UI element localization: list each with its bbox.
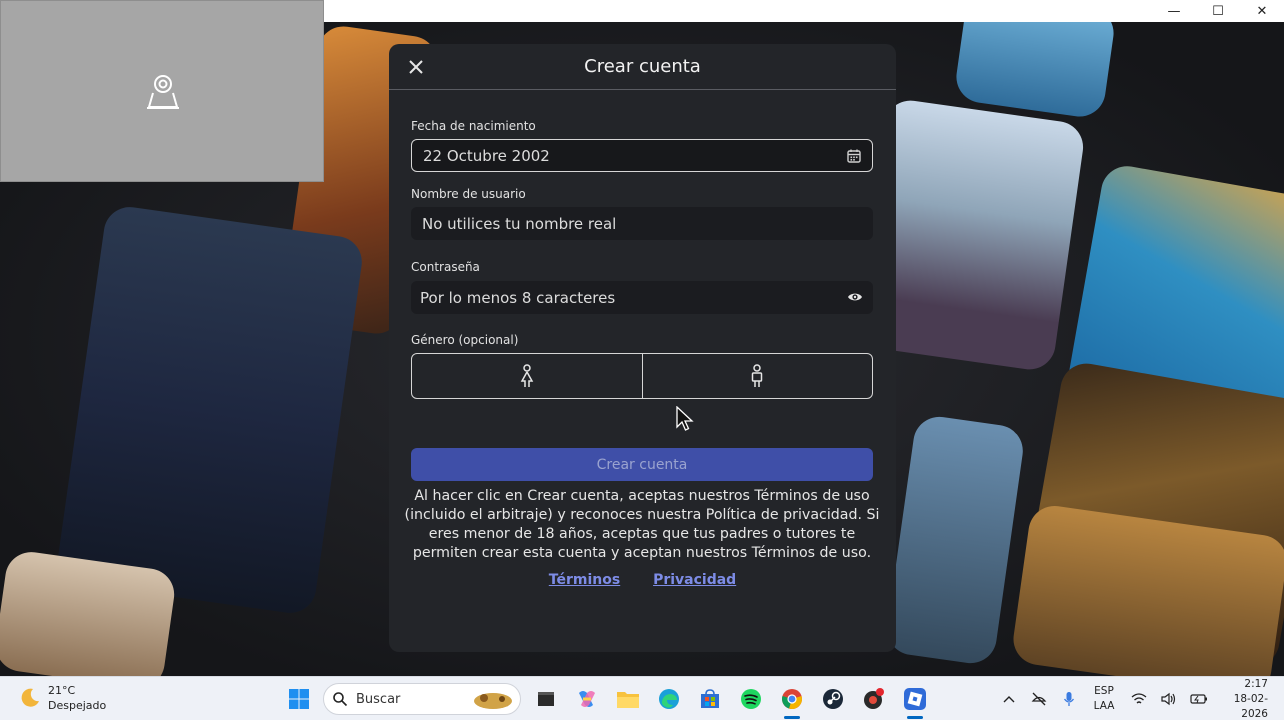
windows-start-icon[interactable]	[278, 677, 319, 720]
minimize-button[interactable]: —	[1152, 0, 1196, 22]
window-titlebar: — ☐ ✕	[324, 0, 1284, 22]
webcam-placeholder	[0, 0, 324, 182]
gender-male-option[interactable]	[641, 354, 873, 398]
weather-condition: Despejado	[48, 699, 107, 712]
windows-taskbar: 21°C Despejado Buscar ESP LAA 2:17 18-02…	[0, 676, 1284, 720]
clock[interactable]: 2:17 18-02-2026	[1214, 677, 1284, 720]
network-off-icon[interactable]	[1024, 677, 1054, 720]
weather-widget[interactable]: 21°C Despejado	[18, 683, 106, 713]
language-code: ESP	[1094, 685, 1114, 697]
password-placeholder: Por lo menos 8 caracteres	[420, 288, 616, 307]
game-thumbnail	[883, 413, 1027, 667]
username-placeholder: No utilices tu nombre real	[422, 214, 617, 233]
terms-link[interactable]: Términos	[549, 572, 620, 588]
search-icon	[333, 692, 348, 707]
store-icon[interactable]	[689, 677, 730, 720]
weather-temp: 21°C	[48, 684, 76, 697]
gender-female-option[interactable]	[412, 354, 642, 398]
language-indicator[interactable]: ESP LAA	[1084, 684, 1124, 714]
maximize-button[interactable]: ☐	[1196, 0, 1240, 22]
file-explorer-icon[interactable]	[607, 677, 648, 720]
spotify-icon[interactable]	[730, 677, 771, 720]
birthdate-value: 22 Octubre 2002	[423, 146, 550, 165]
roblox-icon[interactable]	[894, 677, 935, 720]
legal-text: Al hacer clic en Crear cuenta, aceptas n…	[404, 488, 880, 561]
microphone-icon[interactable]	[1054, 677, 1084, 720]
taskbar-apps: Buscar	[278, 677, 935, 720]
mouse-cursor-icon	[676, 406, 694, 431]
steam-icon[interactable]	[812, 677, 853, 720]
clock-time: 2:17	[1244, 677, 1268, 690]
password-field[interactable]: Por lo menos 8 caracteres	[411, 281, 873, 314]
create-account-button[interactable]: Crear cuenta	[411, 448, 873, 481]
search-placeholder: Buscar	[356, 691, 401, 707]
terminal-icon[interactable]	[525, 677, 566, 720]
calendar-icon[interactable]	[846, 148, 862, 164]
male-icon	[752, 364, 763, 387]
battery-icon[interactable]	[1184, 677, 1214, 720]
privacy-link[interactable]: Privacidad	[653, 572, 736, 588]
legal-links: Términos Privacidad	[389, 572, 896, 588]
window-close-button[interactable]: ✕	[1240, 0, 1284, 22]
active-indicator	[783, 716, 800, 719]
system-tray: ESP LAA 2:17 18-02-2026	[994, 677, 1284, 720]
wifi-icon[interactable]	[1124, 677, 1154, 720]
game-icon[interactable]	[853, 677, 894, 720]
eye-icon[interactable]	[847, 289, 863, 305]
username-label: Nombre de usuario	[411, 187, 526, 201]
webcam-icon	[147, 75, 179, 109]
username-field[interactable]: No utilices tu nombre real	[411, 207, 873, 240]
edge-icon[interactable]	[648, 677, 689, 720]
search-highlight-icon	[474, 693, 512, 709]
create-account-dialog: Crear cuenta Fecha de nacimiento 22 Octu…	[389, 44, 896, 652]
taskbar-search[interactable]: Buscar	[323, 683, 521, 715]
moon-icon	[21, 688, 39, 707]
game-thumbnail	[0, 548, 178, 676]
birthdate-field[interactable]: 22 Octubre 2002	[411, 139, 873, 172]
gender-label: Género (opcional)	[411, 333, 519, 347]
female-icon	[520, 364, 534, 387]
dialog-header: Crear cuenta	[389, 44, 896, 90]
gender-selector	[411, 353, 873, 399]
keyboard-layout: LAA	[1093, 700, 1115, 712]
chevron-up-icon[interactable]	[994, 677, 1024, 720]
game-thumbnail	[54, 203, 366, 617]
chrome-icon[interactable]	[771, 677, 812, 720]
password-label: Contraseña	[411, 260, 480, 274]
clock-date: 18-02-2026	[1233, 692, 1268, 720]
volume-icon[interactable]	[1154, 677, 1184, 720]
copilot-icon[interactable]	[566, 677, 607, 720]
active-indicator	[906, 716, 923, 719]
birthdate-label: Fecha de nacimiento	[411, 119, 536, 133]
dialog-title: Crear cuenta	[584, 56, 701, 77]
